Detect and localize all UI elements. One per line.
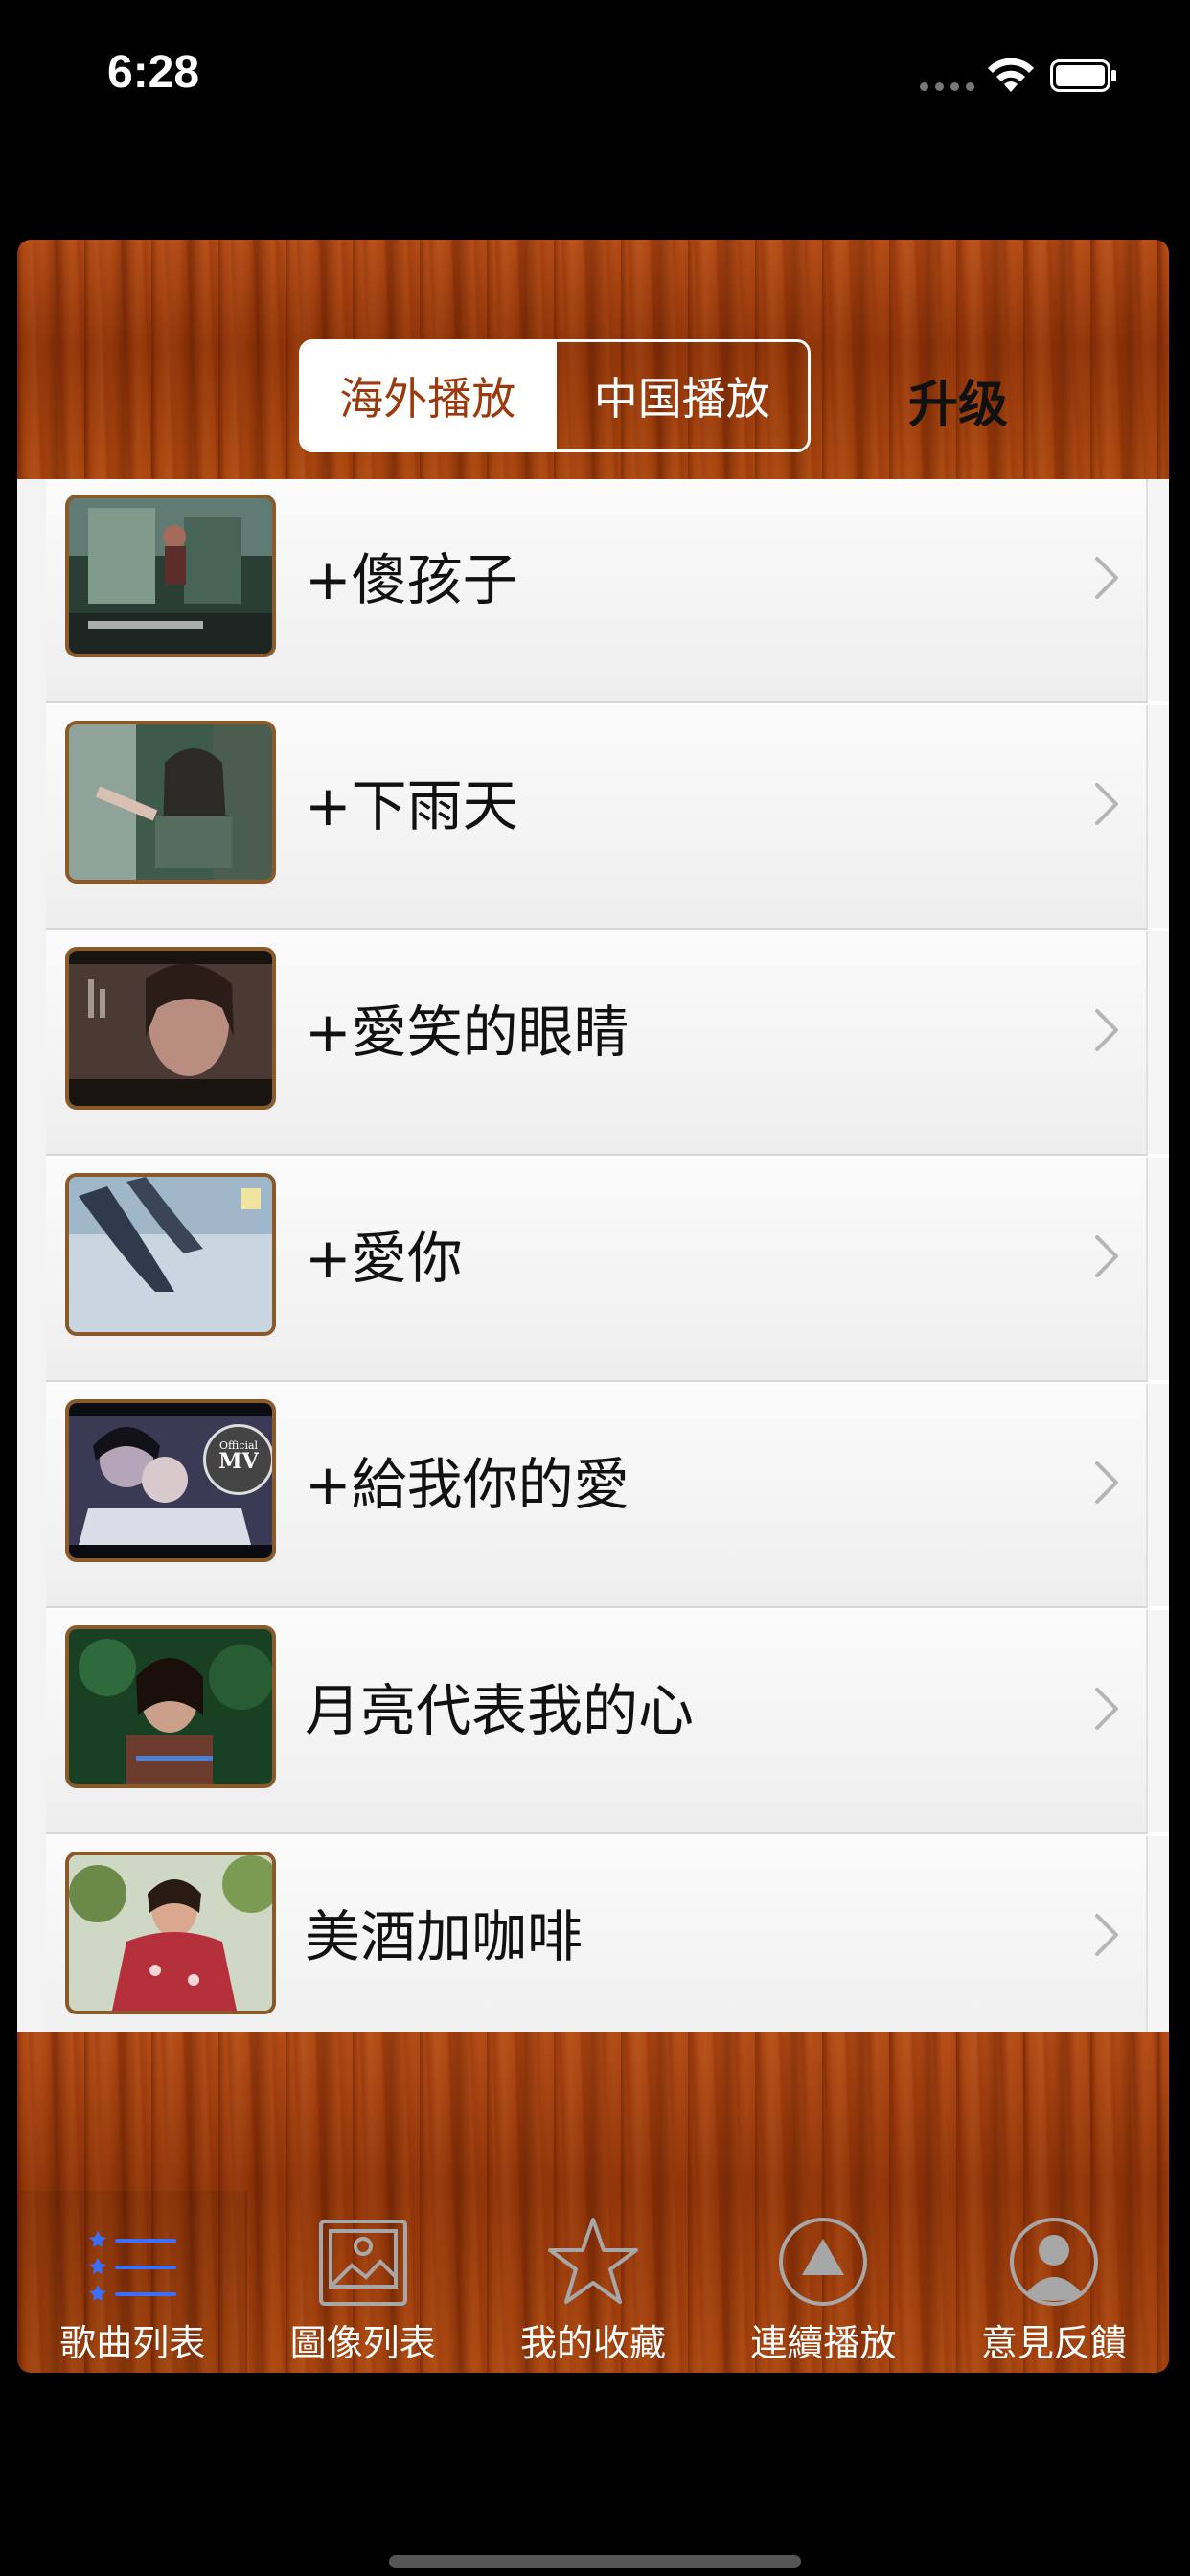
cellular-dots-icon [920, 82, 974, 91]
user-circle-icon [1009, 2218, 1098, 2306]
tab-continuous-play[interactable]: 連續播放 [708, 2191, 938, 2373]
chevron-right-icon [1095, 1688, 1118, 1730]
tab-label: 歌曲列表 [59, 2322, 206, 2364]
tab-label: 我的收藏 [520, 2322, 667, 2364]
mv-thumbnail [65, 1625, 276, 1788]
footer-tab-area: 歌曲列表 圖像列表 我的收藏 連續播放 意見反饋 [17, 2032, 1169, 2373]
chevron-right-icon [1095, 1461, 1118, 1504]
list-item[interactable]: +下雨天 [46, 705, 1169, 930]
battery-icon [1050, 59, 1116, 92]
upgrade-button[interactable]: 升级 [908, 364, 1008, 436]
star-icon [548, 2218, 639, 2304]
notch [274, 0, 916, 100]
song-title: +給我你的愛 [305, 1452, 629, 1517]
play-circle-icon [779, 2218, 868, 2306]
list-item[interactable]: +愛笑的眼睛 [46, 932, 1169, 1156]
tab-label: 連續播放 [750, 2322, 897, 2364]
chevron-right-icon [1095, 1914, 1118, 1956]
mv-thumbnail [65, 1173, 276, 1336]
mv-thumbnail [65, 494, 276, 657]
header-bar: 海外播放 中国播放 升级 [17, 240, 1169, 479]
chevron-right-icon [1095, 1009, 1118, 1051]
mv-thumbnail: Official MV [65, 1399, 276, 1562]
song-title: 美酒加咖啡 [305, 1904, 584, 1969]
chevron-right-icon [1095, 557, 1118, 599]
tab-label: 意見反饋 [980, 2322, 1127, 2364]
list-item[interactable]: 月亮代表我的心 [46, 1610, 1169, 1834]
chevron-right-icon [1095, 1235, 1118, 1277]
segment-overseas-play[interactable]: 海外播放 [302, 342, 554, 449]
tab-label: 圖像列表 [289, 2322, 436, 2364]
list-item[interactable]: +愛你 [46, 1158, 1169, 1382]
mv-thumbnail [65, 947, 276, 1110]
mv-thumbnail [65, 1852, 276, 2014]
tab-song-list[interactable]: 歌曲列表 [17, 2191, 248, 2373]
song-title: +愛你 [305, 1226, 463, 1291]
status-bar: 6:28 [0, 0, 1190, 153]
list-icon [89, 2231, 177, 2301]
list-item[interactable]: Official MV +給我你的愛 [46, 1384, 1169, 1608]
list-item[interactable]: +傻孩子 [46, 479, 1169, 703]
tab-image-list[interactable]: 圖像列表 [247, 2191, 477, 2373]
wifi-icon [988, 58, 1034, 92]
song-title: +愛笑的眼睛 [305, 1000, 629, 1065]
list-item[interactable]: 美酒加咖啡 [46, 1836, 1169, 2032]
tab-favorites[interactable]: 我的收藏 [478, 2191, 708, 2373]
song-title: 月亮代表我的心 [305, 1678, 695, 1743]
mv-thumbnail [65, 721, 276, 884]
tab-feedback[interactable]: 意見反饋 [939, 2191, 1169, 2373]
status-time: 6:28 [107, 47, 200, 98]
image-icon [318, 2220, 407, 2306]
official-mv-badge: Official MV [203, 1424, 272, 1495]
song-title: +傻孩子 [305, 547, 518, 612]
segment-china-play[interactable]: 中国播放 [553, 342, 809, 449]
song-title: +下雨天 [305, 773, 518, 839]
song-list: +傻孩子 +下雨天 +愛笑的眼睛 +愛你 Official MV +給我你的愛 … [17, 479, 1169, 2032]
chevron-right-icon [1095, 783, 1118, 825]
playback-region-segmented-control[interactable]: 海外播放 中国播放 [299, 339, 811, 452]
home-indicator [389, 2555, 801, 2568]
tab-bar: 歌曲列表 圖像列表 我的收藏 連續播放 意見反饋 [17, 2191, 1169, 2373]
